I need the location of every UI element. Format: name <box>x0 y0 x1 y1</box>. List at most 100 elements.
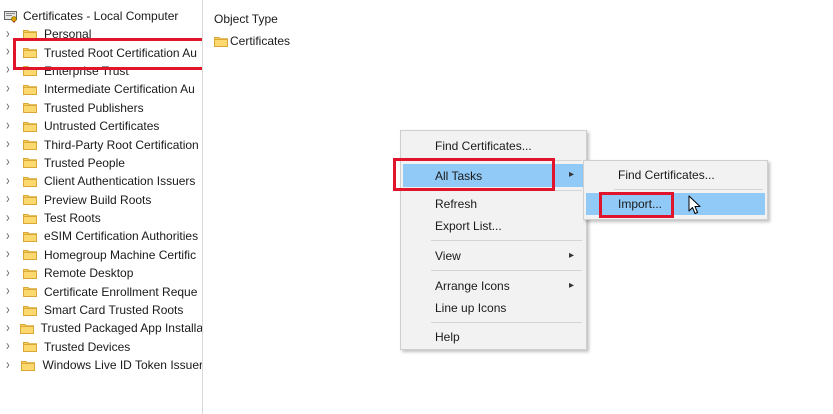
menu-item-view[interactable]: View ▸ <box>403 245 584 267</box>
chevron-right-icon[interactable]: › <box>6 321 13 335</box>
tree-item-remote-desktop[interactable]: › Remote Desktop <box>0 264 202 282</box>
tree-item-label: Personal <box>44 27 92 42</box>
menu-item-find-certificates[interactable]: Find Certificates... <box>403 135 584 157</box>
menu-item-line-up-icons[interactable]: Line up Icons <box>403 297 584 319</box>
menu-item-refresh[interactable]: Refresh <box>403 193 584 215</box>
chevron-right-icon[interactable]: › <box>6 63 16 78</box>
tree-item-enterprise-trust[interactable]: › Enterprise Trust <box>0 62 202 80</box>
menu-item-help[interactable]: Help <box>403 326 584 348</box>
chevron-right-icon[interactable]: › <box>6 26 16 41</box>
folder-icon <box>19 323 34 334</box>
folder-icon <box>23 157 37 169</box>
tree-item-preview-build-roots[interactable]: › Preview Build Roots <box>0 191 202 209</box>
tree-item-trusted-devices[interactable]: › Trusted Devices <box>0 338 202 356</box>
tree-item-intermediate-certification-authorities[interactable]: › Intermediate Certification Au <box>0 80 202 98</box>
menu-item-arrange-icons[interactable]: Arrange Icons ▸ <box>403 275 584 297</box>
tree-item-trusted-people[interactable]: › Trusted People <box>0 154 202 172</box>
tree-item-esim-certification-authorities[interactable]: › eSIM Certification Authorities <box>0 227 202 245</box>
list-item-certificates[interactable]: Certificates <box>214 34 290 48</box>
menu-separator <box>431 190 582 191</box>
folder-icon <box>23 102 37 114</box>
menu-separator <box>431 270 582 271</box>
chevron-right-icon[interactable]: › <box>6 118 16 133</box>
folder-icon <box>23 249 37 261</box>
tree-item-label: Third-Party Root Certification <box>44 137 199 152</box>
tree-item-certificate-enrollment-requests[interactable]: › Certificate Enrollment Reque <box>0 282 202 300</box>
menu-item-export-list[interactable]: Export List... <box>403 215 584 237</box>
tree-item-label: Trusted Publishers <box>44 100 144 115</box>
menu-item-label: View <box>435 249 461 263</box>
tree-item-label: Trusted People <box>44 155 125 170</box>
chevron-right-icon: ▸ <box>568 250 574 261</box>
chevron-right-icon[interactable]: › <box>6 247 16 262</box>
tree-item-label: Preview Build Roots <box>44 192 152 207</box>
menu-item-label: Arrange Icons <box>435 279 510 293</box>
menu-item-all-tasks[interactable]: All Tasks ▸ <box>403 164 584 187</box>
chevron-right-icon[interactable]: › <box>6 137 16 151</box>
submenu-item-import[interactable]: Import... <box>586 193 765 215</box>
certificate-store-icon <box>4 10 18 23</box>
tree-item-personal[interactable]: › Personal <box>0 25 202 43</box>
chevron-right-icon[interactable]: › <box>6 82 16 96</box>
folder-icon <box>214 36 228 47</box>
tree-item-trusted-packaged-app-installation-authorities[interactable]: › Trusted Packaged App Installa <box>0 319 202 337</box>
tree-item-test-roots[interactable]: › Test Roots <box>0 209 202 227</box>
chevron-right-icon[interactable]: › <box>6 339 16 354</box>
menu-item-label: Find Certificates... <box>435 139 532 153</box>
tree-item-label: Remote Desktop <box>44 266 134 281</box>
tree-item-label: Client Authentication Issuers <box>44 174 196 189</box>
chevron-right-icon[interactable]: › <box>6 100 16 115</box>
folder-icon <box>23 341 37 353</box>
menu-separator <box>431 240 582 241</box>
chevron-right-icon[interactable]: › <box>6 229 16 243</box>
tree-item-trusted-root-certification-authorities[interactable]: › Trusted Root Certification Au <box>0 43 202 61</box>
chevron-right-icon[interactable]: › <box>6 192 16 207</box>
folder-icon <box>23 65 37 77</box>
tree-item-untrusted-certificates[interactable]: › Untrusted Certificates <box>0 117 202 135</box>
folder-icon <box>23 286 37 298</box>
menu-separator <box>431 322 582 323</box>
folder-icon <box>23 139 37 151</box>
menu-item-label: Import... <box>618 197 663 211</box>
column-header-object-type[interactable]: Object Type <box>214 12 278 26</box>
chevron-right-icon[interactable]: › <box>6 174 16 188</box>
folder-icon <box>23 194 37 206</box>
chevron-right-icon[interactable]: › <box>6 265 16 280</box>
chevron-right-icon[interactable]: › <box>6 284 16 299</box>
tree-item-label: Enterprise Trust <box>44 63 129 78</box>
folder-icon <box>23 268 37 279</box>
tree-root-label: Certificates - Local Computer <box>23 9 179 23</box>
submenu-item-find-certificates[interactable]: Find Certificates... <box>586 164 765 186</box>
menu-separator <box>614 189 763 190</box>
folder-icon <box>23 29 37 40</box>
folder-icon <box>23 47 37 59</box>
chevron-right-icon: ▸ <box>568 169 574 180</box>
all-tasks-submenu: Find Certificates... Import... <box>583 160 768 220</box>
menu-item-label: Refresh <box>435 197 478 211</box>
menu-separator <box>431 160 582 161</box>
folder-icon <box>23 231 37 242</box>
menu-item-label: Help <box>435 330 460 344</box>
tree-root-certificates[interactable]: Certificates - Local Computer <box>4 7 178 25</box>
tree-item-client-authentication-issuers[interactable]: › Client Authentication Issuers <box>0 172 202 190</box>
chevron-right-icon[interactable]: › <box>6 357 14 372</box>
console-tree: Certificates - Local Computer › Personal… <box>0 0 203 414</box>
chevron-right-icon[interactable]: › <box>6 45 16 59</box>
tree-item-windows-live-id-token-issuer[interactable]: › Windows Live ID Token Issuer <box>0 356 202 374</box>
chevron-right-icon[interactable]: › <box>6 210 16 225</box>
tree-item-trusted-publishers[interactable]: › Trusted Publishers <box>0 99 202 117</box>
tree-item-label: Untrusted Certificates <box>44 119 160 134</box>
tree-item-smart-card-trusted-roots[interactable]: › Smart Card Trusted Roots <box>0 301 202 319</box>
chevron-right-icon[interactable]: › <box>6 155 16 170</box>
tree-item-label: Intermediate Certification Au <box>44 82 195 97</box>
menu-item-label: Line up Icons <box>435 301 507 315</box>
tree-item-homegroup-machine-certificates[interactable]: › Homegroup Machine Certific <box>0 246 202 264</box>
tree-item-label: Trusted Devices <box>44 339 131 354</box>
tree-item-label: eSIM Certification Authorities <box>44 229 199 244</box>
folder-icon <box>23 213 37 224</box>
menu-item-label: Export List... <box>435 219 502 233</box>
folder-icon <box>23 176 37 187</box>
list-item-label: Certificates <box>230 34 291 48</box>
chevron-right-icon[interactable]: › <box>6 302 16 317</box>
tree-item-third-party-root-certification-authorities[interactable]: › Third-Party Root Certification <box>0 135 202 153</box>
